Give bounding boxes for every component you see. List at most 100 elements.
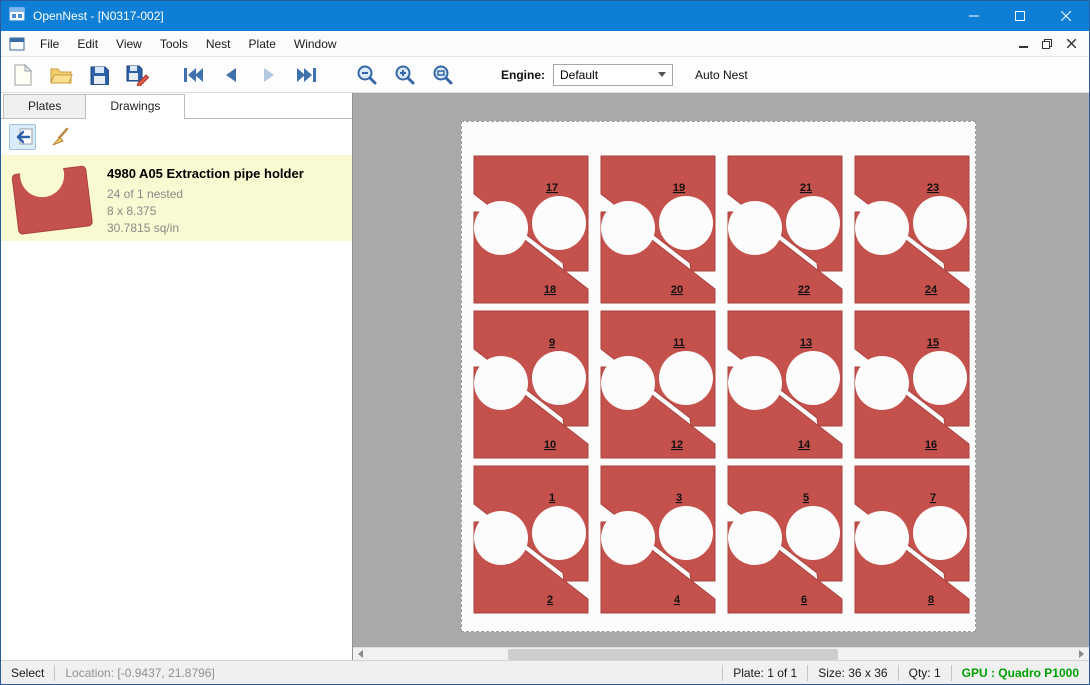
minimize-icon[interactable]: [951, 1, 997, 31]
nest-canvas[interactable]: 171819202122232491011121314151612345678: [353, 93, 1089, 647]
zoom-in-icon[interactable]: [391, 61, 419, 89]
menu-plate[interactable]: Plate: [240, 33, 285, 55]
part-notch: [659, 351, 713, 405]
part-number-label: 5: [803, 492, 809, 504]
mdi-restore-icon[interactable]: [1035, 35, 1059, 53]
part-notch: [728, 356, 782, 410]
part-number-label: 1: [549, 492, 555, 504]
scrollbar-thumb[interactable]: [508, 649, 838, 660]
scroll-left-icon[interactable]: [353, 648, 368, 661]
nested-pair[interactable]: 1718: [474, 156, 588, 303]
menu-view[interactable]: View: [107, 33, 151, 55]
horizontal-scrollbar[interactable]: [353, 647, 1089, 660]
open-folder-icon[interactable]: [47, 61, 75, 89]
status-mode: Select: [1, 666, 54, 680]
part-notch: [728, 201, 782, 255]
part-number-label: 3: [676, 492, 682, 504]
part-notch: [913, 351, 967, 405]
nested-pair[interactable]: 2324: [855, 156, 969, 303]
nested-pair[interactable]: 34: [601, 466, 715, 613]
part-notch: [786, 196, 840, 250]
drawing-dimensions: 8 x 8.375: [107, 203, 304, 220]
save-icon[interactable]: [85, 61, 113, 89]
part-notch: [913, 196, 967, 250]
menu-tools[interactable]: Tools: [151, 33, 197, 55]
maximize-icon[interactable]: [997, 1, 1043, 31]
menu-bar: File Edit View Tools Nest Plate Window: [1, 31, 1089, 57]
new-file-icon[interactable]: [9, 61, 37, 89]
title-bar: OpenNest - [N0317-002]: [1, 1, 1089, 31]
nested-pair[interactable]: 1920: [601, 156, 715, 303]
part-notch: [855, 201, 909, 255]
window-title: OpenNest - [N0317-002]: [33, 9, 951, 23]
nav-first-icon[interactable]: [179, 61, 207, 89]
save-edit-icon[interactable]: [123, 61, 151, 89]
part-number-label: 20: [671, 284, 683, 296]
clean-icon[interactable]: [46, 124, 73, 150]
app-window: OpenNest - [N0317-002] File Edit View To…: [0, 0, 1090, 685]
nest-drawing: 171819202122232491011121314151612345678: [462, 122, 975, 631]
nav-next-icon[interactable]: [255, 61, 283, 89]
close-icon[interactable]: [1043, 1, 1089, 31]
menu-window[interactable]: Window: [285, 33, 346, 55]
plate[interactable]: 171819202122232491011121314151612345678: [461, 121, 976, 632]
part-notch: [601, 511, 655, 565]
auto-nest-button[interactable]: Auto Nest: [689, 64, 754, 86]
menu-nest[interactable]: Nest: [197, 33, 240, 55]
part-notch: [532, 506, 586, 560]
document-icon[interactable]: [9, 37, 25, 51]
tab-drawings[interactable]: Drawings: [85, 94, 185, 119]
nested-pair[interactable]: 910: [474, 311, 588, 458]
status-qty: Qty: 1: [899, 666, 951, 680]
zoom-fit-icon[interactable]: [429, 61, 457, 89]
nested-pair[interactable]: 11 12: [601, 311, 715, 458]
part-notch: [728, 511, 782, 565]
status-gpu: GPU : Quadro P1000: [952, 666, 1089, 680]
part-number-label: 21: [800, 182, 812, 194]
return-part-icon[interactable]: [9, 124, 36, 150]
part-number-label: 6: [801, 594, 807, 606]
nested-pair[interactable]: 56: [728, 466, 842, 613]
drawing-list-item[interactable]: 4980 A05 Extraction pipe holder 24 of 1 …: [1, 155, 352, 241]
part-notch: [786, 351, 840, 405]
part-number-label: 24: [925, 284, 938, 296]
part-notch: [474, 201, 528, 255]
part-notch: [913, 506, 967, 560]
part-number-label: 22: [798, 284, 810, 296]
part-notch: [532, 196, 586, 250]
menu-edit[interactable]: Edit: [68, 33, 107, 55]
zoom-out-icon[interactable]: [353, 61, 381, 89]
nested-pair[interactable]: 21 22: [728, 156, 842, 303]
nested-pair[interactable]: 12: [474, 466, 588, 613]
nested-pair[interactable]: 1314: [728, 311, 842, 458]
scrollbar-track[interactable]: [368, 648, 1074, 661]
part-number-label: 11: [673, 337, 685, 349]
part-notch: [532, 351, 586, 405]
menu-file[interactable]: File: [31, 33, 68, 55]
drawing-area: 30.7815 sq/in: [107, 220, 304, 237]
part-number-label: 15: [927, 337, 939, 349]
part-notch: [786, 506, 840, 560]
engine-value: Default: [560, 68, 658, 82]
part-number-label: 19: [673, 182, 685, 194]
nav-previous-icon[interactable]: [217, 61, 245, 89]
nested-pair[interactable]: 78: [855, 466, 969, 613]
part-notch: [474, 511, 528, 565]
mdi-close-icon[interactable]: [1059, 35, 1083, 53]
drawing-nested-count: 24 of 1 nested: [107, 186, 304, 203]
tab-plates[interactable]: Plates: [3, 94, 86, 118]
drawing-title: 4980 A05 Extraction pipe holder: [107, 166, 304, 181]
engine-select[interactable]: Default: [553, 64, 673, 86]
part-number-label: 12: [671, 439, 683, 451]
sidebar: Plates Drawings 4980: [1, 93, 353, 660]
part-notch: [601, 356, 655, 410]
part-notch: [659, 506, 713, 560]
chevron-down-icon: [658, 72, 666, 77]
mdi-minimize-icon[interactable]: [1011, 35, 1035, 53]
status-plate: Plate: 1 of 1: [723, 666, 807, 680]
toolbar: Engine: Default Auto Nest: [1, 57, 1089, 93]
nested-pair[interactable]: 1516: [855, 311, 969, 458]
nav-last-icon[interactable]: [293, 61, 321, 89]
scroll-right-icon[interactable]: [1074, 648, 1089, 661]
app-icon[interactable]: [9, 7, 25, 26]
